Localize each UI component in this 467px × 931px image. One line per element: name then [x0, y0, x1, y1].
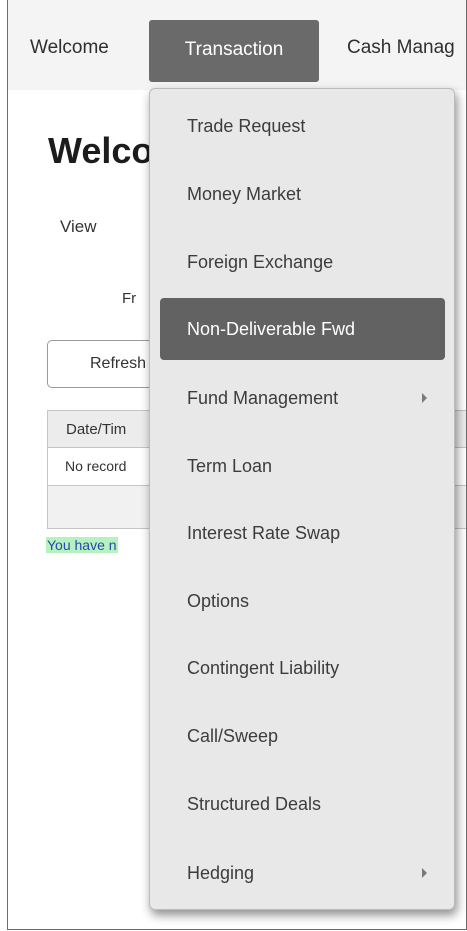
top-navigation: Welcome Transaction Cash Manag	[8, 0, 466, 90]
menu-item-structured-deals[interactable]: Structured Deals	[160, 775, 445, 833]
menu-item-non-deliverable-fwd[interactable]: Non-Deliverable Fwd	[160, 298, 445, 360]
menu-item-trade-request[interactable]: Trade Request	[160, 97, 445, 155]
nav-tab-cash-management[interactable]: Cash Manag	[347, 0, 455, 90]
menu-item-label: Fund Management	[187, 388, 339, 408]
menu-item-hedging[interactable]: Hedging	[160, 844, 445, 902]
transaction-dropdown-menu: Trade Request Money Market Foreign Excha…	[149, 88, 455, 910]
menu-item-contingent-liability[interactable]: Contingent Liability	[160, 639, 445, 697]
submenu-arrow-icon	[422, 393, 427, 403]
from-date-label: Fr	[122, 290, 137, 307]
nav-tab-transaction[interactable]: Transaction	[149, 20, 319, 82]
menu-item-options[interactable]: Options	[160, 572, 445, 630]
menu-item-fund-management[interactable]: Fund Management	[160, 369, 445, 427]
submenu-arrow-icon	[422, 868, 427, 878]
view-label: View	[60, 217, 97, 236]
app-frame: Welcome Transaction Cash Manag Welco Vie…	[7, 0, 467, 930]
access-message: You have n	[46, 537, 118, 553]
menu-item-money-market[interactable]: Money Market	[160, 165, 445, 223]
nav-tab-welcome[interactable]: Welcome	[30, 0, 109, 90]
menu-item-label: Hedging	[187, 863, 255, 883]
menu-item-term-loan[interactable]: Term Loan	[160, 437, 445, 495]
menu-item-call-sweep[interactable]: Call/Sweep	[160, 707, 445, 765]
menu-item-interest-rate-swap[interactable]: Interest Rate Swap	[160, 504, 445, 562]
page-title: Welco	[48, 130, 154, 171]
menu-item-foreign-exchange[interactable]: Foreign Exchange	[160, 233, 445, 291]
